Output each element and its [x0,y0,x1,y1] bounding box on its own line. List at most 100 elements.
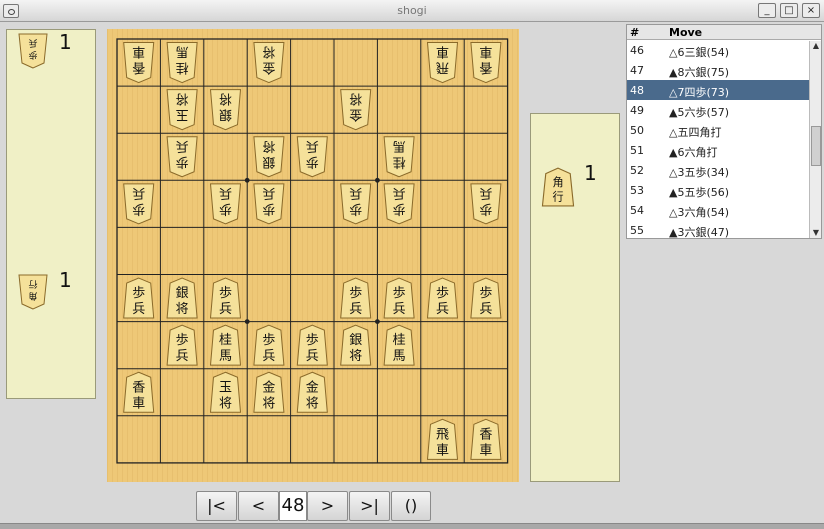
move-list-row[interactable]: 47 ▲8六銀(75) [627,60,821,80]
sente-piece[interactable]: 銀将 [340,324,372,366]
sente-piece[interactable]: 銀将 [166,277,198,319]
sente-piece[interactable]: 歩兵 [426,277,459,319]
scroll-up-icon[interactable]: ▲ [811,41,821,51]
sente-piece[interactable]: 桂馬 [383,324,415,366]
gote-piece[interactable]: 歩兵 [383,183,415,225]
gote-piece[interactable]: 桂馬 [383,136,415,178]
piece-kanji: 歩 [436,286,449,301]
sente-piece[interactable]: 歩兵 [123,277,155,319]
piece-kanji: 歩 [219,201,232,216]
piece-kanji: 銀 [176,286,189,301]
sente-piece[interactable]: 桂馬 [209,324,242,366]
move-text: △3五歩(34) [669,166,730,179]
move-number-field[interactable]: 48 [279,491,307,521]
gote-piece[interactable]: 玉将 [166,89,198,131]
move-number: 47 [630,64,644,77]
gote-piece[interactable]: 歩兵 [296,136,328,178]
piece-kanji: 金 [262,60,275,76]
board-grid[interactable]: 香車桂馬金将飛車香車玉将銀将金将歩兵銀将歩兵桂馬歩兵歩兵歩兵歩兵歩兵歩兵歩兵銀将… [107,29,519,482]
gote-piece[interactable]: 香車 [123,42,155,84]
piece-kanji: 歩 [479,286,492,301]
gote-piece[interactable]: 金将 [253,42,285,84]
scroll-down-icon[interactable]: ▼ [811,228,821,238]
move-text: △五四角打 [669,126,722,139]
close-button[interactable]: × [802,3,820,18]
gote-piece[interactable]: 香車 [470,42,502,84]
sente-piece[interactable]: 飛車 [426,418,459,460]
piece-kanji: 兵 [436,302,449,317]
piece-kanji: 兵 [306,138,319,153]
move-list-row[interactable]: 48 △7四歩(73) [627,80,821,100]
sente-piece[interactable]: 香車 [123,371,155,413]
hand-piece-kaku[interactable]: 角 行 [18,274,48,310]
gote-hand-panel: 歩 兵 1 角 行 1 [6,29,96,399]
move-list-row[interactable]: 49 ▲5六歩(57) [627,100,821,120]
gote-piece[interactable]: 銀将 [209,89,242,131]
window-title: shogi [397,4,427,17]
move-list-row[interactable]: 52 △3五歩(34) [627,160,821,180]
move-list-row[interactable]: 54 △3六角(54) [627,200,821,220]
gote-piece[interactable]: 歩兵 [340,183,372,225]
piece-kanji: 兵 [132,302,145,317]
last-move-button[interactable]: >| [349,491,390,521]
minimize-button[interactable]: _ [758,3,776,18]
piece-kanji: 銀 [262,154,275,169]
sente-piece[interactable]: 歩兵 [470,277,502,319]
header-num[interactable]: # [630,26,639,39]
hand-piece-kaku-sente[interactable]: 角 行 [541,167,575,207]
move-list[interactable]: # Move 46 △6三銀(54) 47 ▲8六銀(75) 48 △7四歩(73) 49 ▲… [626,24,822,239]
move-list-row[interactable]: 50 △五四角打 [627,120,821,140]
piece-kanji: 玉 [219,380,232,395]
header-move[interactable]: Move [669,26,702,39]
move-list-row[interactable]: 55 ▲3六銀(47) [627,220,821,238]
variation-button[interactable]: () [391,491,431,521]
piece-kanji: 兵 [262,349,275,364]
piece-kanji: 将 [219,396,232,411]
sente-piece[interactable]: 歩兵 [253,324,285,366]
piece-kanji: 銀 [219,107,232,122]
sente-piece[interactable]: 歩兵 [166,324,198,366]
piece-kanji: 車 [479,443,492,458]
maximize-button[interactable]: □ [780,3,798,18]
move-list-row[interactable]: 53 ▲5五歩(56) [627,180,821,200]
gote-piece[interactable]: 飛車 [426,42,459,84]
gote-piece[interactable]: 桂馬 [166,42,198,84]
next-move-button[interactable]: > [307,491,348,521]
scroll-thumb[interactable] [811,126,821,166]
prev-move-button[interactable]: < [238,491,279,521]
piece-kanji: 車 [479,44,492,59]
piece-kanji: 将 [176,91,189,106]
shogi-board[interactable]: 香車桂馬金将飛車香車玉将銀将金将歩兵銀将歩兵桂馬歩兵歩兵歩兵歩兵歩兵歩兵歩兵銀将… [107,29,519,482]
piece-kanji: 歩 [219,286,232,301]
gote-piece[interactable]: 歩兵 [209,183,242,225]
sente-piece[interactable]: 玉将 [209,371,242,413]
move-list-scrollbar[interactable]: ▲ ▼ [809,41,821,238]
sente-piece[interactable]: 歩兵 [383,277,415,319]
svg-text:行: 行 [552,190,563,203]
piece-kanji: 馬 [219,349,232,364]
piece-kanji: 兵 [393,185,406,200]
move-list-row[interactable]: 46 △6三銀(54) [627,40,821,60]
sente-piece[interactable]: 歩兵 [296,324,328,366]
piece-kanji: 金 [306,379,319,395]
piece-kanji: 馬 [393,349,406,364]
gote-piece[interactable]: 金将 [340,89,372,131]
piece-kanji: 桂 [393,154,406,169]
gote-piece[interactable]: 歩兵 [253,183,285,225]
gote-piece[interactable]: 歩兵 [123,183,155,225]
gote-piece[interactable]: 歩兵 [470,183,502,225]
first-move-button[interactable]: |< [196,491,237,521]
sente-piece[interactable]: 香車 [470,418,502,460]
gote-piece[interactable]: 歩兵 [166,136,198,178]
sente-piece[interactable]: 歩兵 [340,277,372,319]
gote-piece[interactable]: 銀将 [253,136,285,178]
piece-kanji: 歩 [479,201,492,216]
sente-piece[interactable]: 歩兵 [209,277,242,319]
move-list-row[interactable]: 51 ▲6六角打 [627,140,821,160]
hand-piece-fu[interactable]: 歩 兵 [18,33,48,69]
piece-kanji: 将 [306,396,319,411]
piece-kanji: 金 [349,107,362,123]
sente-piece[interactable]: 金将 [296,371,328,413]
move-text: △3六角(54) [669,206,730,219]
sente-piece[interactable]: 金将 [253,371,285,413]
